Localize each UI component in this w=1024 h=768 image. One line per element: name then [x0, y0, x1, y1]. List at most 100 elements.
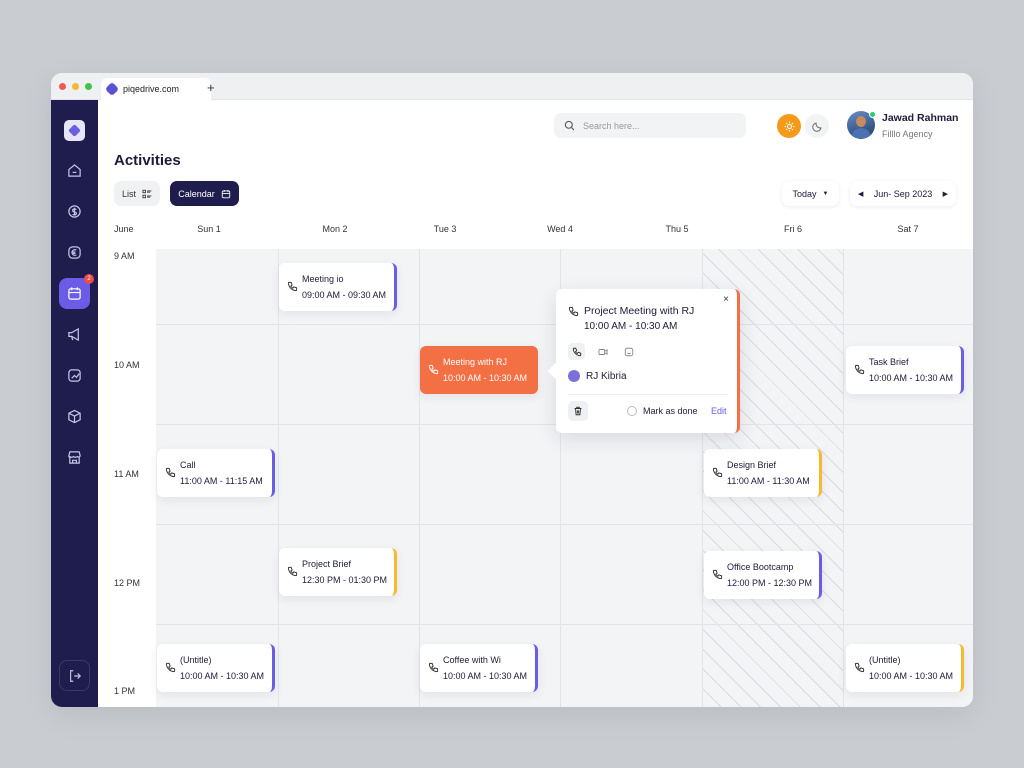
event-time: 11:00 AM - 11:15 AM [180, 476, 263, 486]
event-title: Meeting with RJ [443, 357, 508, 367]
box-icon [68, 409, 81, 424]
edit-event-link[interactable]: Edit [711, 406, 727, 416]
event-time: 12:00 PM - 12:30 PM [727, 578, 813, 588]
light-mode-button[interactable] [777, 114, 801, 138]
event-title: Project Brief [302, 559, 352, 569]
phone-icon [712, 467, 723, 478]
event-title: (Untitle) [180, 655, 212, 665]
calendar-event[interactable]: Task Brief 10:00 AM - 10:30 AM [846, 346, 964, 394]
calendar-view-button[interactable]: Calendar [170, 181, 239, 206]
popup-time: 10:00 AM - 10:30 AM [584, 321, 678, 332]
delete-event-button[interactable] [568, 401, 588, 421]
sun-icon [784, 121, 794, 131]
moon-icon [811, 121, 822, 132]
today-dropdown[interactable]: Today ▼ [782, 181, 839, 206]
search-icon [564, 120, 575, 131]
browser-chrome: piqedrive.com + [51, 73, 973, 100]
app-logo-icon[interactable] [64, 120, 85, 141]
prev-range-icon[interactable]: ◀ [858, 190, 863, 198]
mark-done-checkbox[interactable] [627, 406, 637, 416]
calendar-event[interactable]: (Untitle) 10:00 AM - 10:30 AM [157, 644, 275, 692]
calendar-view-label: Calendar [178, 188, 215, 199]
sidebar-item-campaigns[interactable] [59, 319, 90, 350]
megaphone-icon [68, 327, 79, 342]
sidebar-item-store[interactable] [59, 442, 90, 473]
maximize-window-dot[interactable] [85, 83, 92, 90]
video-type-button[interactable] [594, 343, 611, 360]
sidebar-item-payments[interactable] [59, 196, 90, 227]
smiley-icon [624, 347, 633, 356]
day-header: Wed 4 [547, 224, 573, 234]
day-header: Thu 5 [665, 224, 689, 234]
today-label: Today [792, 188, 817, 199]
call-type-button[interactable] [568, 343, 585, 360]
time-label: 12 PM [114, 578, 141, 588]
next-range-icon[interactable]: ▶ [943, 190, 948, 198]
mark-done-label[interactable]: Mark as done [643, 406, 698, 416]
phone-icon [428, 364, 439, 375]
site-logo-icon [104, 81, 120, 97]
search-bar[interactable] [554, 113, 746, 138]
new-tab-button[interactable]: + [207, 80, 215, 95]
calendar-event[interactable]: (Untitle) 10:00 AM - 10:30 AM [846, 644, 964, 692]
phone-icon [165, 662, 176, 673]
phone-icon [568, 306, 579, 317]
time-label: 1 PM [114, 686, 136, 696]
calendar-event[interactable]: Call 11:00 AM - 11:15 AM [157, 449, 275, 497]
sidebar-item-products[interactable] [59, 401, 90, 432]
home-icon [68, 164, 81, 177]
time-label: 11 AM [114, 469, 139, 479]
phone-icon [428, 662, 439, 673]
user-name: Jawad Rahman [882, 112, 959, 124]
phone-icon [854, 662, 865, 673]
search-input[interactable] [583, 120, 733, 131]
event-time: 10:00 AM - 10:30 AM [443, 671, 528, 681]
calendar-event[interactable]: Meeting io 09:00 AM - 09:30 AM [279, 263, 397, 311]
close-window-dot[interactable] [59, 83, 66, 90]
calendar-badge: 2 [84, 274, 94, 284]
phone-icon [572, 347, 581, 356]
calendar-event[interactable]: Coffee with Wi 10:00 AM - 10:30 AM [420, 644, 538, 692]
meeting-type-button[interactable] [620, 343, 637, 360]
event-title: (Untitle) [869, 655, 901, 665]
day-header: Tue 3 [433, 224, 457, 234]
phone-icon [165, 467, 176, 478]
popup-person-name: RJ Kibria [586, 371, 627, 382]
event-detail-popup: × Project Meeting with RJ 10:00 AM - 10:… [547, 289, 740, 433]
phone-icon [854, 364, 865, 375]
list-view-button[interactable]: List [114, 181, 160, 206]
close-popup-button[interactable]: × [723, 294, 729, 305]
trash-icon [574, 406, 582, 416]
list-icon [142, 189, 152, 198]
event-title: Design Brief [727, 460, 777, 470]
person-avatar [568, 370, 580, 382]
event-time: 09:00 AM - 09:30 AM [302, 290, 387, 300]
user-organization: Filllo Agency [882, 129, 933, 139]
browser-window: piqedrive.com + 2 Search here... Jawad R… [51, 73, 973, 707]
time-label: 10 AM [114, 360, 140, 370]
calendar-event[interactable]: Office Bootcamp 12:00 PM - 12:30 PM [704, 551, 822, 599]
day-header: Sun 1 [197, 224, 221, 234]
video-icon [597, 348, 608, 355]
dollar-icon [68, 205, 81, 218]
browser-tab[interactable]: piqedrive.com [101, 78, 211, 100]
sidebar-item-analytics[interactable] [59, 360, 90, 391]
calendar-small-icon [221, 189, 230, 198]
event-time: 11:00 AM - 11:30 AM [727, 476, 810, 486]
calendar-event-selected[interactable]: Meeting with RJ 10:00 AM - 10:30 AM [420, 346, 538, 394]
event-title: Task Brief [869, 357, 909, 367]
logout-button[interactable] [59, 660, 90, 691]
event-title: Office Bootcamp [727, 562, 794, 572]
phone-icon [712, 569, 723, 580]
chart-icon [68, 369, 81, 382]
sidebar: 2 [51, 100, 98, 707]
calendar-event[interactable]: Design Brief 11:00 AM - 11:30 AM [704, 449, 822, 497]
logout-icon [69, 669, 81, 682]
minimize-window-dot[interactable] [72, 83, 79, 90]
dark-mode-button[interactable] [805, 114, 829, 138]
calendar-event[interactable]: Project Brief 12:30 PM - 01:30 PM [279, 548, 397, 596]
sidebar-item-calendar[interactable]: 2 [59, 274, 94, 309]
sidebar-item-currency[interactable] [59, 237, 90, 268]
event-time: 10:00 AM - 10:30 AM [869, 373, 954, 383]
sidebar-item-home[interactable] [59, 155, 90, 186]
